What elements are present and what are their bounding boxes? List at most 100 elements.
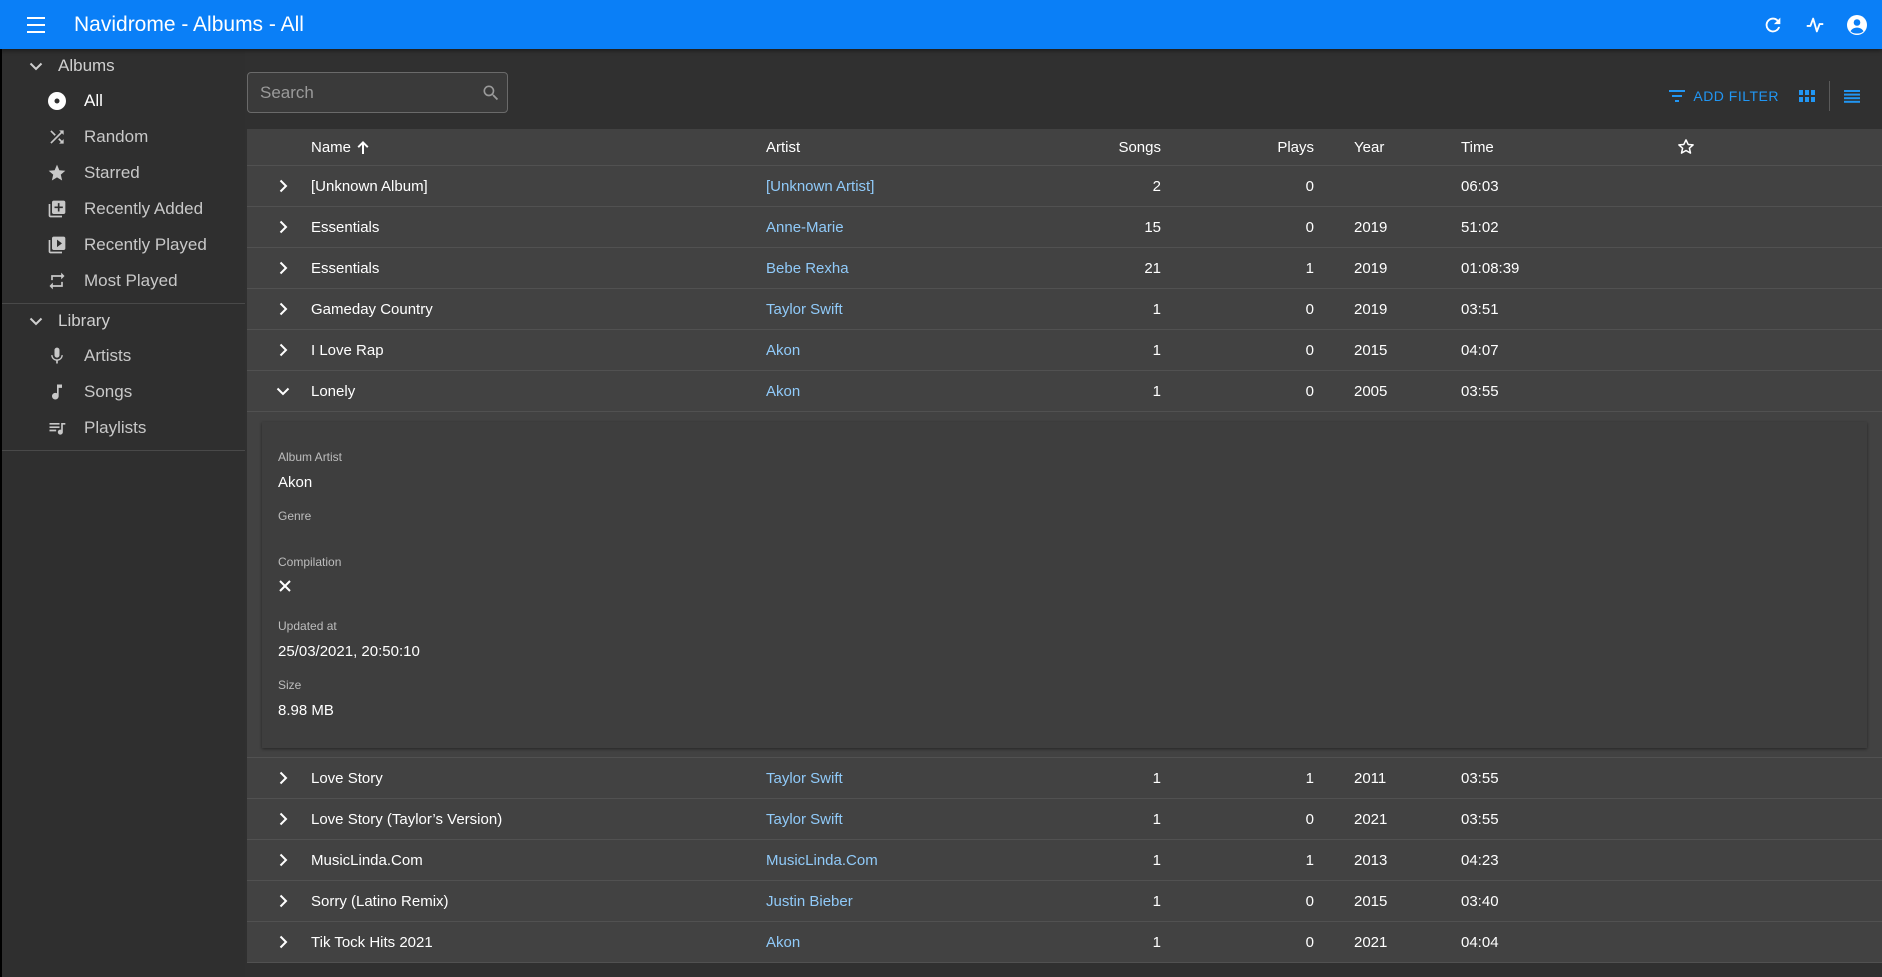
- album-disc-icon: [44, 88, 70, 114]
- chevron-right-icon[interactable]: [269, 764, 297, 792]
- chevron-right-icon[interactable]: [269, 928, 297, 956]
- chevron-down-icon: [24, 309, 48, 333]
- sidebar-item-most-played[interactable]: Most Played: [2, 263, 245, 299]
- album-name: Essentials: [311, 259, 380, 277]
- sidebar-item-playlists[interactable]: Playlists: [2, 410, 245, 446]
- plays-count: 0: [1305, 300, 1314, 318]
- sidebar-header-albums[interactable]: Albums: [2, 49, 245, 83]
- album-duration: 03:55: [1461, 382, 1499, 400]
- artist-link[interactable]: Taylor Swift: [766, 811, 843, 828]
- table-row-expanded[interactable]: Lonely Akon 1 0 2005 03:55: [247, 371, 1882, 412]
- table-row[interactable]: Sorry (Latino Remix) Justin Bieber 1 0 2…: [247, 881, 1882, 922]
- album-duration: 03:40: [1461, 892, 1499, 910]
- sidebar-item-starred[interactable]: Starred: [2, 155, 245, 191]
- size-label: Size: [278, 678, 302, 692]
- chevron-right-icon[interactable]: [269, 295, 297, 323]
- artist-link[interactable]: Akon: [766, 342, 800, 359]
- album-year: 2021: [1354, 810, 1388, 828]
- album-year: 2005: [1354, 382, 1388, 400]
- artist-link[interactable]: Akon: [766, 383, 800, 400]
- chevron-right-icon[interactable]: [269, 213, 297, 241]
- chevron-right-icon[interactable]: [269, 805, 297, 833]
- column-header-artist[interactable]: Artist: [766, 139, 1066, 156]
- table-row[interactable]: Tik Tock Hits 2021 Akon 1 0 2021 04:04: [247, 922, 1882, 963]
- table-row[interactable]: Gameday Country Taylor Swift 1 0 2019 03…: [247, 289, 1882, 330]
- plays-count: 0: [1305, 933, 1314, 951]
- artist-link[interactable]: Akon: [766, 934, 800, 951]
- songs-count: 1: [1152, 851, 1161, 869]
- shuffle-icon: [44, 124, 70, 150]
- plays-count: 0: [1305, 341, 1314, 359]
- plays-count: 1: [1305, 851, 1314, 869]
- list-view-icon[interactable]: [1838, 82, 1866, 110]
- songs-count: 1: [1152, 892, 1161, 910]
- table-row[interactable]: Essentials Anne-Marie 15 0 2019 51:02: [247, 207, 1882, 248]
- table-row[interactable]: Love Story (Taylor’s Version) Taylor Swi…: [247, 799, 1882, 840]
- sidebar-item-recently-added[interactable]: Recently Added: [2, 191, 245, 227]
- songs-count: 21: [1144, 259, 1161, 277]
- grid-view-icon[interactable]: [1793, 82, 1821, 110]
- genre-value: [278, 533, 1867, 537]
- genre-label: Genre: [278, 509, 312, 523]
- star-outline-icon[interactable]: [1656, 138, 1716, 156]
- menu-icon[interactable]: [18, 5, 58, 45]
- chevron-right-icon[interactable]: [269, 887, 297, 915]
- add-filter-button[interactable]: ADD FILTER: [1667, 86, 1779, 106]
- songs-count: 1: [1152, 933, 1161, 951]
- sidebar-item-recently-played[interactable]: Recently Played: [2, 227, 245, 263]
- album-year: 2019: [1354, 218, 1388, 236]
- sidebar-item-label: Random: [84, 127, 149, 146]
- sidebar-item-artists[interactable]: Artists: [2, 338, 245, 374]
- column-header-year[interactable]: Year: [1314, 139, 1461, 156]
- artist-link[interactable]: Anne-Marie: [766, 219, 844, 236]
- sidebar: Albums All Random Starred Recently Added…: [0, 49, 245, 977]
- repeat-icon: [44, 268, 70, 294]
- chevron-right-icon[interactable]: [269, 846, 297, 874]
- library-add-icon: [44, 196, 70, 222]
- table-row[interactable]: [Unknown Album] [Unknown Artist] 2 0 06:…: [247, 166, 1882, 207]
- main-content: ADD FILTER Name Artist Songs Plays Year: [247, 49, 1882, 977]
- sidebar-header-label: Library: [58, 311, 110, 330]
- account-circle-icon[interactable]: [1836, 4, 1878, 46]
- table-row[interactable]: I Love Rap Akon 1 0 2015 04:07: [247, 330, 1882, 371]
- table-row[interactable]: Essentials Bebe Rexha 21 1 2019 01:08:39: [247, 248, 1882, 289]
- album-duration: 06:03: [1461, 177, 1499, 195]
- column-header-time[interactable]: Time: [1461, 139, 1656, 156]
- album-details-card: Album Artist Akon Genre Compilation Upda…: [262, 422, 1867, 748]
- album-duration: 03:55: [1461, 810, 1499, 828]
- activity-icon[interactable]: [1794, 4, 1836, 46]
- album-name: Lonely: [311, 382, 356, 400]
- sidebar-item-songs[interactable]: Songs: [2, 374, 245, 410]
- artist-link[interactable]: [Unknown Artist]: [766, 178, 874, 195]
- filter-list-icon: [1667, 86, 1687, 106]
- artist-link[interactable]: Taylor Swift: [766, 770, 843, 787]
- chevron-right-icon[interactable]: [269, 172, 297, 200]
- queue-music-icon: [44, 415, 70, 441]
- column-header-name[interactable]: Name: [311, 139, 766, 156]
- chevron-right-icon[interactable]: [269, 336, 297, 364]
- chevron-right-icon[interactable]: [269, 254, 297, 282]
- search-input[interactable]: [260, 82, 481, 103]
- search-icon[interactable]: [481, 81, 501, 105]
- sidebar-item-label: Most Played: [84, 271, 178, 290]
- sidebar-item-random[interactable]: Random: [2, 119, 245, 155]
- table-row[interactable]: Love Story Taylor Swift 1 1 2011 03:55: [247, 758, 1882, 799]
- column-header-songs[interactable]: Songs: [1066, 139, 1161, 156]
- artist-link[interactable]: Bebe Rexha: [766, 260, 849, 277]
- artist-link[interactable]: Justin Bieber: [766, 893, 853, 910]
- table-row[interactable]: MusicLinda.Com MusicLinda.Com 1 1 2013 0…: [247, 840, 1882, 881]
- chevron-down-icon[interactable]: [269, 377, 297, 405]
- compilation-label: Compilation: [278, 555, 342, 569]
- chevron-down-icon: [24, 54, 48, 78]
- sidebar-item-all[interactable]: All: [2, 83, 245, 119]
- artist-link[interactable]: Taylor Swift: [766, 301, 843, 318]
- column-header-plays[interactable]: Plays: [1161, 139, 1314, 156]
- album-duration: 04:04: [1461, 933, 1499, 951]
- refresh-icon[interactable]: [1752, 4, 1794, 46]
- sidebar-item-label: Starred: [84, 163, 140, 182]
- album-name: Sorry (Latino Remix): [311, 892, 449, 910]
- sidebar-header-library[interactable]: Library: [2, 304, 245, 338]
- album-year: 2013: [1354, 851, 1388, 869]
- artist-link[interactable]: MusicLinda.Com: [766, 852, 878, 869]
- songs-count: 15: [1144, 218, 1161, 236]
